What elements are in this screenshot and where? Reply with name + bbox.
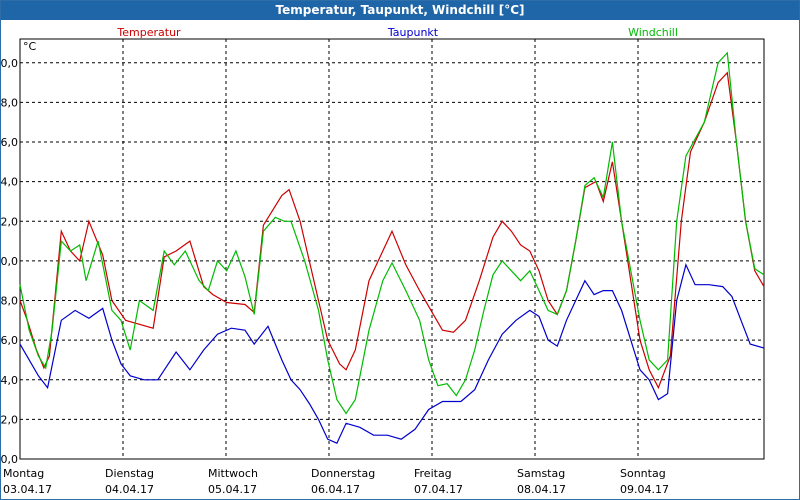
x-date-label: 08.04.17 <box>517 483 566 496</box>
legend-temperatur: Temperatur <box>116 26 181 39</box>
y-tick-label: 0,0 <box>1 453 18 466</box>
y-tick-label: 4,0 <box>1 374 18 387</box>
y-tick-label: 18,0 <box>1 96 18 109</box>
window-title: Temperatur, Taupunkt, Windchill [°C] <box>1 1 799 20</box>
x-date-label: 05.04.17 <box>208 483 257 496</box>
chart: 0,02,04,06,08,010,012,014,016,018,020,0 … <box>1 26 765 496</box>
y-tick-label: 12,0 <box>1 215 18 228</box>
y-tick-label: 6,0 <box>1 334 18 347</box>
y-tick-label: 14,0 <box>1 176 18 189</box>
x-date-label: 09.04.17 <box>620 483 669 496</box>
legend: Temperatur Taupunkt Windchill <box>116 26 678 39</box>
y-tick-label: 8,0 <box>1 295 18 308</box>
x-date-label: 03.04.17 <box>3 483 52 496</box>
y-tick-label: 16,0 <box>1 136 18 149</box>
y-axis-label: °C <box>23 40 37 53</box>
x-day-label: Montag <box>3 467 44 480</box>
legend-windchill: Windchill <box>628 26 678 39</box>
y-tick-label: 10,0 <box>1 255 18 268</box>
y-tick-label: 20,0 <box>1 57 18 70</box>
x-day-label: Dienstag <box>105 467 154 480</box>
x-axis-labels: Montag 03.04.17 Dienstag 04.04.17 Mittwoch 05… <box>3 467 669 496</box>
x-day-label: Samstag <box>517 467 565 480</box>
x-date-label: 04.04.17 <box>105 483 154 496</box>
x-day-label: Sonntag <box>620 467 666 480</box>
x-date-label: 07.04.17 <box>414 483 463 496</box>
x-date-label: 06.04.17 <box>311 483 360 496</box>
y-tick-label: 2,0 <box>1 413 18 426</box>
legend-taupunkt: Taupunkt <box>387 26 439 39</box>
x-day-label: Freitag <box>414 467 452 480</box>
y-axis-ticks: 0,0 2,0 4,0 6,0 8,0 10,0 12,0 14,0 16,0 18,0 20,0 <box>1 57 18 466</box>
chart-window: Temperatur, Taupunkt, Windchill [°C] 0,0… <box>0 0 800 500</box>
x-day-label: Donnerstag <box>311 467 375 480</box>
x-day-label: Mittwoch <box>208 467 258 480</box>
